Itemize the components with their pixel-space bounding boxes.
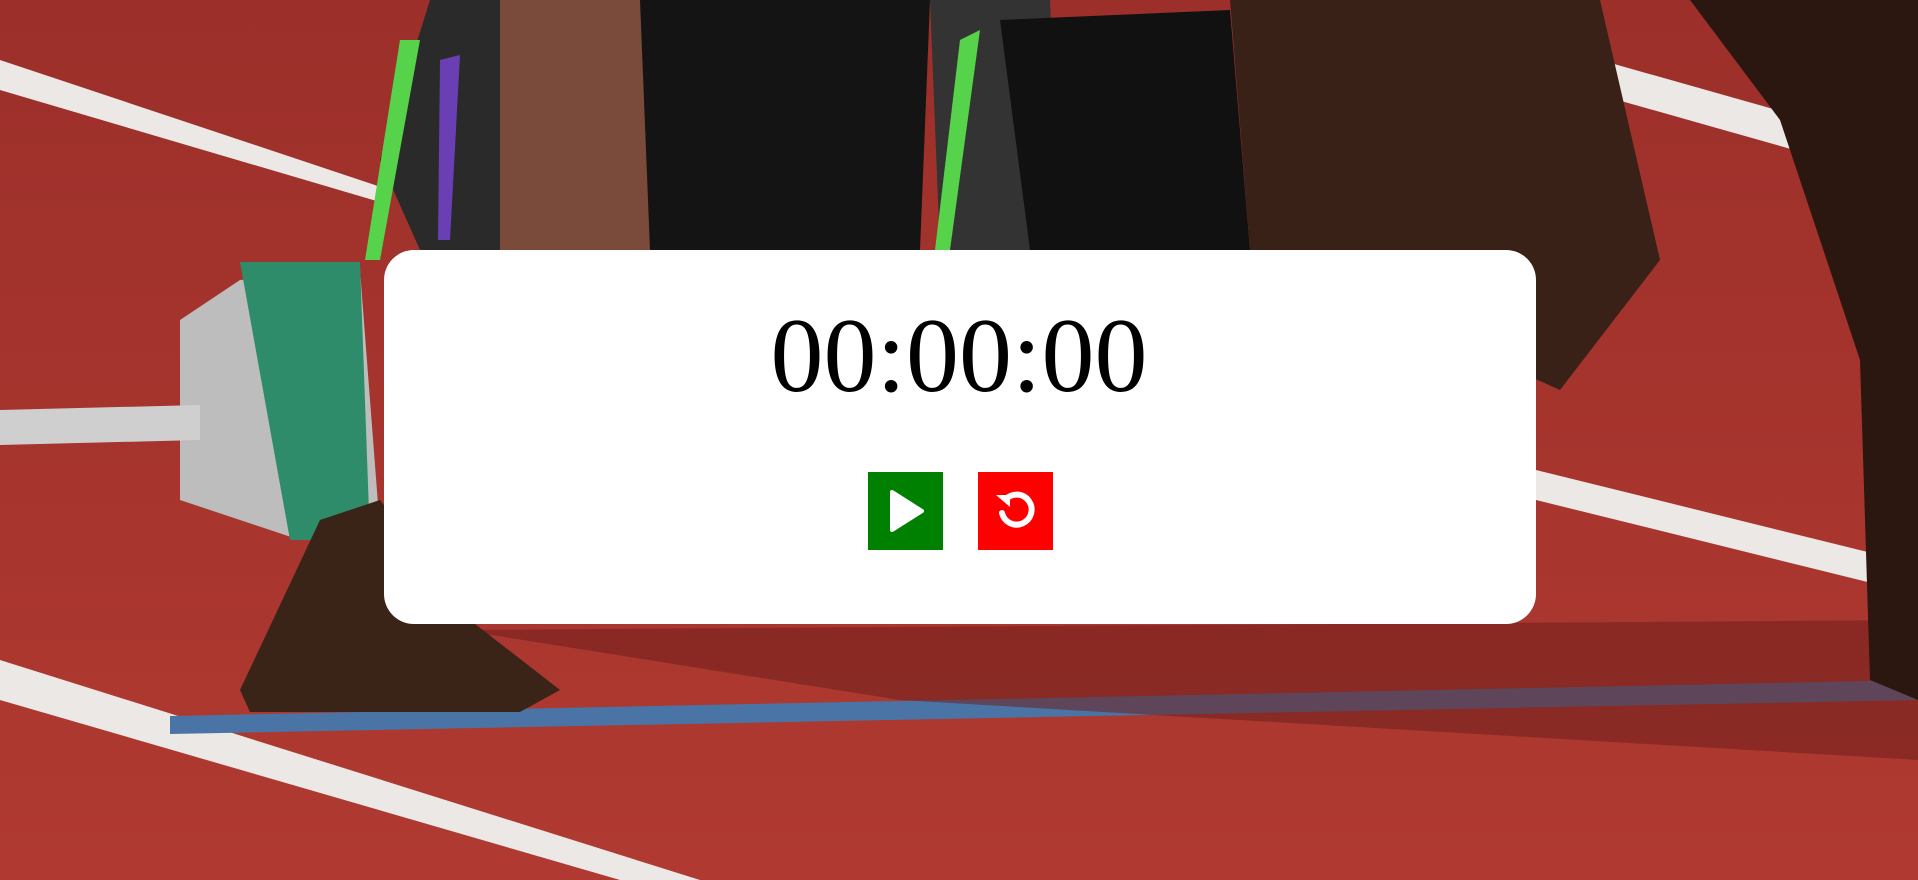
time-display: 00:00:00: [770, 297, 1148, 414]
reset-button[interactable]: [978, 472, 1053, 550]
start-button[interactable]: [868, 472, 943, 550]
play-icon: [886, 489, 926, 533]
reset-icon: [994, 489, 1038, 533]
